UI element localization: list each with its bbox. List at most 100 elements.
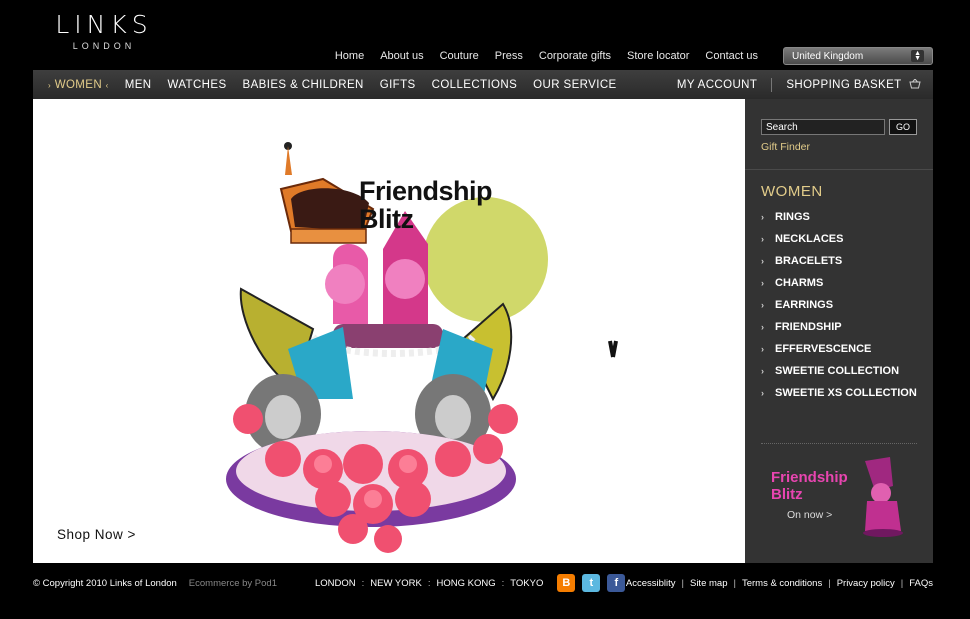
shop-now-link[interactable]: Shop Now >: [57, 527, 136, 542]
social-links: B t f: [557, 574, 626, 592]
city-tokyo[interactable]: TOKYO: [510, 578, 543, 589]
sidebar-dotted-divider: [761, 443, 917, 444]
city-links: LONDON: NEW YORK: HONG KONG: TOKYO: [315, 578, 543, 589]
chevron-right-icon: ›: [761, 388, 764, 398]
basket-label: SHOPPING BASKET: [786, 78, 902, 91]
footer: © Copyright 2010 Links of London Ecommer…: [33, 574, 933, 592]
updown-icon: ▲ ▼: [911, 50, 924, 62]
footer-links: Accessiblity | Site map | Terms & conditio…: [626, 578, 933, 589]
copyright: © Copyright 2010 Links of London: [33, 577, 177, 589]
nav-women[interactable]: › WOMEN ‹: [33, 79, 117, 91]
promo-cta[interactable]: On now >: [787, 509, 832, 521]
category-label: SWEETIE XS COLLECTION: [775, 387, 917, 399]
topnav-contact[interactable]: Contact us: [705, 50, 758, 62]
category-title: WOMEN: [761, 183, 823, 200]
blogger-icon[interactable]: B: [557, 574, 576, 592]
nav-men[interactable]: MEN: [117, 79, 160, 91]
nav-collections[interactable]: COLLECTIONS: [424, 79, 526, 91]
category-label: EFFERVESCENCE: [775, 343, 872, 355]
chevron-right-icon: ›: [761, 256, 764, 266]
separator: |: [733, 577, 736, 589]
chevron-right-icon: ›: [761, 212, 764, 222]
category-label: SWEETIE COLLECTION: [775, 365, 900, 377]
city-hong-kong[interactable]: HONG KONG: [436, 578, 495, 589]
chevron-right-icon: ›: [761, 366, 764, 376]
category-item-rings[interactable]: › RINGS: [761, 211, 921, 223]
footer-privacy[interactable]: Privacy policy: [837, 578, 895, 589]
sidebar: GO Gift Finder WOMEN › RINGS › NECKLACES ›…: [745, 99, 933, 563]
brand-name: LINKS: [55, 10, 153, 39]
category-label: CHARMS: [775, 277, 824, 289]
category-item-charms[interactable]: › CHARMS: [761, 277, 921, 289]
footer-faqs[interactable]: FAQs: [909, 578, 933, 589]
category-item-effervescence[interactable]: › EFFERVESCENCE: [761, 343, 921, 355]
chevron-right-icon: ›: [761, 344, 764, 354]
nav-my-account[interactable]: MY ACCOUNT: [669, 79, 765, 91]
city-london[interactable]: LONDON: [315, 578, 356, 589]
promo-title-line1: Friendship: [771, 469, 848, 486]
separator: :: [361, 577, 365, 589]
separator: |: [828, 577, 831, 589]
separator: :: [501, 577, 505, 589]
topnav-about[interactable]: About us: [380, 50, 423, 62]
category-label: RINGS: [775, 211, 810, 223]
topnav-corporate-gifts[interactable]: Corporate gifts: [539, 50, 611, 62]
country-select[interactable]: United Kingdom ▲ ▼: [783, 47, 933, 65]
separator: |: [681, 577, 684, 589]
chevron-right-icon: ›: [761, 234, 764, 244]
promo-banner[interactable]: Friendship Blitz On now >: [765, 451, 915, 541]
category-item-friendship[interactable]: › FRIENDSHIP: [761, 321, 921, 333]
facebook-icon[interactable]: f: [607, 574, 626, 592]
category-item-necklaces[interactable]: › NECKLACES: [761, 233, 921, 245]
hero-title-line1: Friendship: [359, 176, 493, 206]
promo-title-line2: Blitz: [771, 486, 803, 503]
category-list: › RINGS › NECKLACES › BRACELETS › CHARMS › EA…: [761, 211, 921, 409]
separator: |: [900, 577, 904, 589]
nav-watches[interactable]: WATCHES: [160, 79, 235, 91]
hero-banner[interactable]: Friendship Blitz Shop Now >: [33, 99, 745, 563]
promo-title: Friendship Blitz: [771, 469, 848, 503]
chevron-right-icon: ›: [761, 278, 764, 288]
footer-accessibility[interactable]: Accessiblity: [626, 578, 676, 589]
nav-arrow-left-icon: ›: [48, 80, 52, 90]
top-nav: Home About us Couture Press Corporate gi…: [335, 50, 758, 62]
category-label: NECKLACES: [775, 233, 844, 245]
category-label: EARRINGS: [775, 299, 834, 311]
ecommerce-credit[interactable]: Ecommerce by Pod1: [189, 578, 277, 589]
category-item-sweetie-xs[interactable]: › SWEETIE XS COLLECTION: [761, 387, 921, 399]
sidebar-divider: [745, 169, 933, 170]
nav-separator: [771, 77, 773, 92]
category-item-sweetie[interactable]: › SWEETIE COLLECTION: [761, 365, 921, 377]
nav-gifts[interactable]: GIFTS: [372, 79, 424, 91]
chevron-right-icon: ›: [761, 300, 764, 310]
hero-title-line2: Blitz: [359, 204, 414, 234]
category-item-earrings[interactable]: › EARRINGS: [761, 299, 921, 311]
category-label: BRACELETS: [775, 255, 843, 267]
country-value: United Kingdom: [792, 50, 864, 62]
nav-shopping-basket[interactable]: SHOPPING BASKET: [778, 77, 921, 91]
chevron-right-icon: ›: [761, 322, 764, 332]
hero-collage-illustration: [226, 142, 618, 553]
gift-finder-link[interactable]: Gift Finder: [761, 141, 810, 153]
basket-icon: [909, 77, 921, 88]
separator: :: [427, 577, 431, 589]
topnav-couture[interactable]: Couture: [440, 50, 479, 62]
brand-sub: LONDON: [72, 41, 136, 51]
city-new-york[interactable]: NEW YORK: [370, 578, 422, 589]
main-nav: › WOMEN ‹ MEN WATCHES BABIES & CHILDREN …: [33, 70, 933, 99]
nav-babies-children[interactable]: BABIES & CHILDREN: [235, 79, 372, 91]
footer-terms[interactable]: Terms & conditions: [742, 578, 822, 589]
account-nav: MY ACCOUNT SHOPPING BASKET: [669, 77, 933, 92]
topnav-home[interactable]: Home: [335, 50, 364, 62]
topnav-store-locator[interactable]: Store locator: [627, 50, 689, 62]
footer-site-map[interactable]: Site map: [690, 578, 728, 589]
search-go-button[interactable]: GO: [889, 119, 917, 135]
topnav-press[interactable]: Press: [495, 50, 523, 62]
nav-women-label: WOMEN: [54, 78, 103, 91]
twitter-icon[interactable]: t: [582, 574, 601, 592]
hero-title: Friendship Blitz: [359, 176, 493, 234]
logo[interactable]: LINKS LONDON: [38, 10, 170, 51]
category-item-bracelets[interactable]: › BRACELETS: [761, 255, 921, 267]
nav-our-service[interactable]: OUR SERVICE: [525, 79, 624, 91]
search-input[interactable]: [761, 119, 885, 135]
